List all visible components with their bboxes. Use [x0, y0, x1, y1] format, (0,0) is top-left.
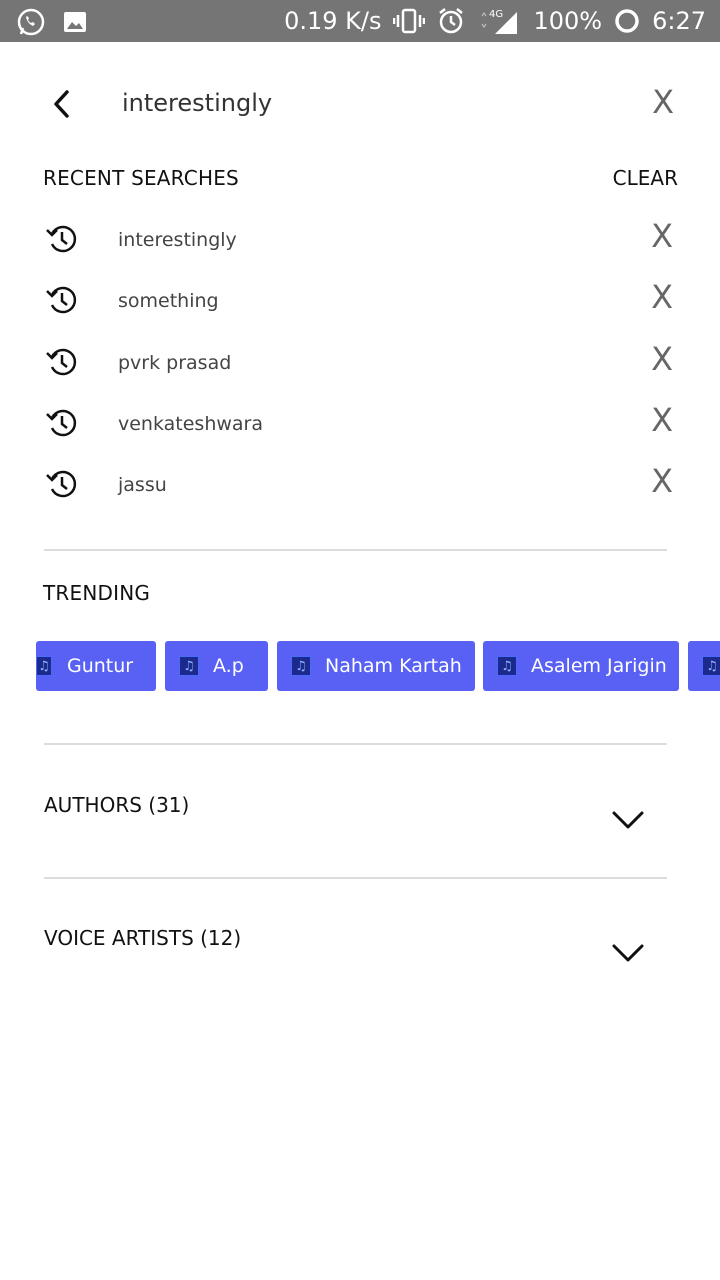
chevron-down-icon: [612, 811, 644, 829]
clear-search-button[interactable]: X: [652, 84, 674, 120]
remove-recent-button[interactable]: X: [651, 402, 673, 438]
voice-artists-section-toggle[interactable]: VOICE ARTISTS (12): [0, 926, 720, 1006]
remove-recent-button[interactable]: X: [651, 279, 673, 315]
vibrate-icon: [393, 8, 426, 34]
trending-title: TRENDING: [43, 581, 151, 605]
clock-time: 6:27: [652, 7, 706, 35]
trending-chip-label: A.p: [213, 655, 244, 677]
trending-chip[interactable]: ♫ Asalem Jarigin: [483, 641, 679, 691]
authors-section-toggle[interactable]: AUTHORS (31): [0, 793, 720, 873]
divider: [44, 743, 667, 745]
battery-icon: [614, 8, 640, 34]
recent-searches-title: RECENT SEARCHES: [43, 166, 239, 190]
trending-chip[interactable]: ♫ Naham Kartah: [277, 641, 475, 691]
history-icon: [46, 409, 77, 437]
trending-chip-label: Asalem Jarigin: [531, 655, 667, 677]
recent-search-label: interestingly: [118, 229, 237, 251]
svg-text:4G: 4G: [489, 9, 503, 20]
authors-title: AUTHORS (31): [44, 793, 190, 817]
status-left-icons: [16, 7, 88, 42]
history-icon: [46, 225, 77, 253]
history-icon: [46, 287, 77, 314]
signal-icon: 4G: [477, 6, 521, 36]
recent-search-item[interactable]: pvrk prasad X: [0, 331, 720, 392]
music-note-icon: ♫: [497, 656, 517, 676]
remove-recent-button[interactable]: X: [651, 341, 673, 377]
divider: [44, 877, 667, 879]
whatsapp-icon: [16, 7, 46, 42]
recent-search-item[interactable]: venkateshwara X: [0, 392, 720, 453]
music-note-icon: ♫: [36, 656, 52, 676]
status-bar: 0.19 K/s 4G 100% 6:27: [0, 0, 720, 42]
voice-artists-title: VOICE ARTISTS (12): [44, 926, 242, 950]
recent-searches-list: interestingly X something X pvrk prasad …: [0, 208, 720, 514]
recent-search-item[interactable]: jassu X: [0, 453, 720, 514]
trending-chip[interactable]: ♫ Guntur: [36, 641, 156, 691]
alarm-icon: [437, 7, 465, 35]
trending-chip[interactable]: ♫: [688, 641, 720, 691]
music-note-icon: ♫: [291, 656, 311, 676]
recent-search-label: something: [118, 290, 219, 313]
trending-chip-label: Guntur: [67, 655, 134, 677]
battery-text: 100%: [533, 7, 603, 35]
divider: [44, 549, 667, 551]
music-note-icon: ♫: [702, 656, 720, 676]
trending-chip[interactable]: ♫ A.p: [165, 641, 268, 691]
recent-search-item[interactable]: something X: [0, 269, 720, 330]
history-icon: [46, 348, 77, 375]
status-right: 0.19 K/s 4G 100% 6:27: [284, 0, 706, 42]
image-icon: [62, 9, 88, 40]
recent-search-label: jassu: [118, 474, 167, 497]
search-input[interactable]: [122, 84, 582, 122]
back-arrow-icon: [54, 90, 69, 118]
recent-search-label: pvrk prasad: [118, 351, 232, 374]
trending-chip-label: Naham Kartah: [325, 655, 462, 677]
history-icon: [46, 470, 77, 498]
trending-chips[interactable]: ♫ Guntur ♫ A.p ♫ Naham Kartah ♫ Asalem J…: [0, 641, 720, 691]
back-button[interactable]: [42, 84, 82, 124]
music-note-icon: ♫: [179, 656, 199, 676]
clear-recent-button[interactable]: CLEAR: [613, 166, 678, 190]
recent-search-item[interactable]: interestingly X: [0, 208, 720, 269]
net-speed: 0.19 K/s: [284, 7, 382, 35]
remove-recent-button[interactable]: X: [651, 463, 673, 499]
recent-search-label: venkateshwara: [118, 412, 264, 435]
remove-recent-button[interactable]: X: [651, 218, 673, 254]
search-header: X: [0, 42, 720, 162]
chevron-down-icon: [612, 944, 644, 962]
